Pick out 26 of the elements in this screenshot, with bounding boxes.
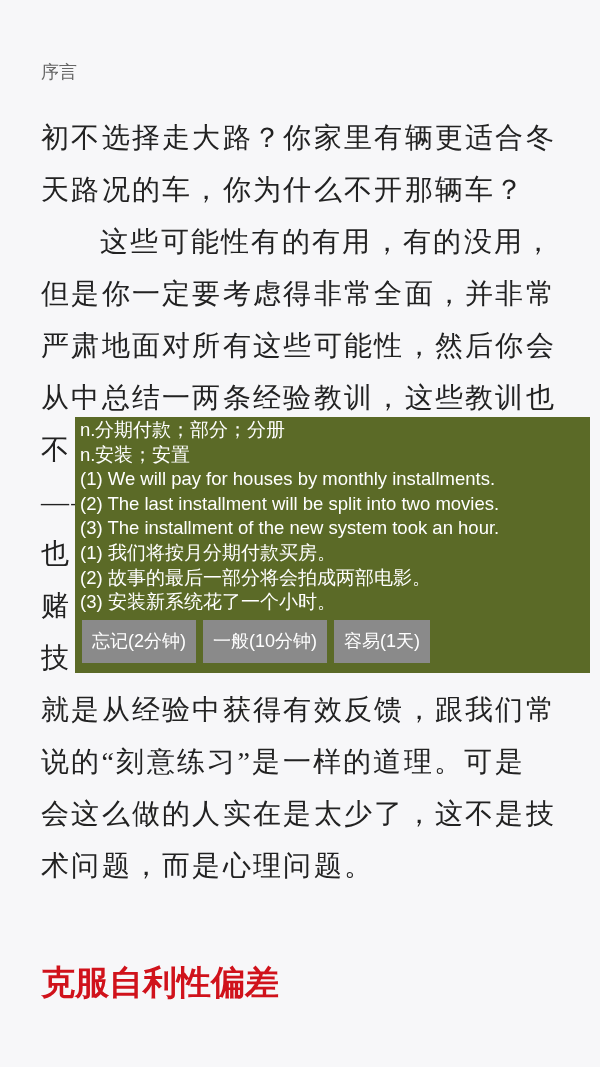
review-button[interactable]: 容易(1天) [334, 619, 430, 663]
body-text-line: 天路况的车，你为什么不开那辆车？ [41, 173, 526, 207]
body-text-line: 会这么做的人实在是太少了，这不是技 [41, 797, 557, 831]
body-text-line: 从中总结一两条经验教训，这些教训也 [41, 381, 557, 415]
definition-text: (3) The installment of the new system took an hour. [80, 516, 501, 541]
body-text-line: 严肃地面对所有这些可能性，然后你会 [41, 329, 557, 363]
definition-text: n.安装；安置 [80, 442, 192, 467]
body-text-line: 也 [41, 537, 72, 571]
body-text-line: 技 [41, 641, 72, 675]
body-text-line: 说的“刻意练习”是一样的道理。可是 [41, 745, 525, 779]
body-text-line: 这些可能性有的有用，有的没用， [100, 225, 555, 259]
definition-text: (3) 安装新系统花了一个小时。 [80, 590, 337, 615]
definition-text: (1) 我们将按月分期付款买房。 [80, 540, 337, 565]
chapter-title: 序言 [41, 61, 77, 84]
section-heading: 克服自利性偏差 [41, 962, 279, 1003]
definition-text: (2) 故事的最后一部分将会拍成两部电影。 [80, 565, 432, 590]
review-button[interactable]: 忘记(2分钟) [82, 619, 196, 663]
body-text-line: 但是你一定要考虑得非常全面，并非常 [41, 277, 557, 311]
body-text-line: 就是从经验中获得有效反馈，跟我们常 [41, 693, 557, 727]
definition-text: n.分期付款；部分；分册 [80, 418, 287, 442]
body-text-line: 不 [41, 433, 72, 467]
body-text-line: 初不选择走大路？你家里有辆更适合冬 [41, 121, 557, 155]
body-text-line: 术问题，而是心理问题。 [41, 849, 375, 883]
body-text-line: 赌 [41, 589, 72, 623]
definition-text: (1) We will pay for houses by monthly installments. [80, 467, 497, 492]
review-button[interactable]: 一般(10分钟) [203, 619, 327, 663]
